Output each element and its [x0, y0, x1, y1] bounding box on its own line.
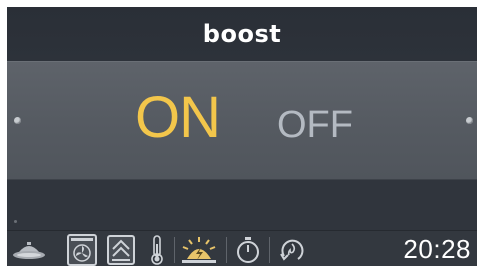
thermometer-icon[interactable] [145, 234, 169, 266]
oven-display: boost ON OFF 20:28 [7, 7, 477, 266]
off-option[interactable]: OFF [277, 90, 353, 160]
pyro-clean-icon[interactable] [277, 234, 307, 266]
right-marker-dot [466, 117, 473, 124]
indicator-dot [14, 220, 17, 223]
on-option[interactable]: ON [135, 82, 221, 152]
fan-oven-icon[interactable] [65, 234, 99, 266]
boost-selector-panel: ON OFF [7, 61, 477, 180]
info-area [7, 180, 477, 230]
status-separator [269, 237, 270, 263]
cooktop-lid-icon[interactable] [11, 234, 47, 266]
status-bar: 20:28 [7, 230, 477, 266]
status-separator [174, 237, 175, 263]
clock: 20:28 [403, 233, 471, 264]
page-title: boost [7, 7, 477, 61]
timer-icon[interactable] [233, 234, 263, 266]
left-marker-dot [14, 117, 21, 124]
steam-icon[interactable] [105, 234, 137, 266]
status-separator [226, 237, 227, 263]
boost-sun-icon[interactable] [179, 234, 219, 266]
